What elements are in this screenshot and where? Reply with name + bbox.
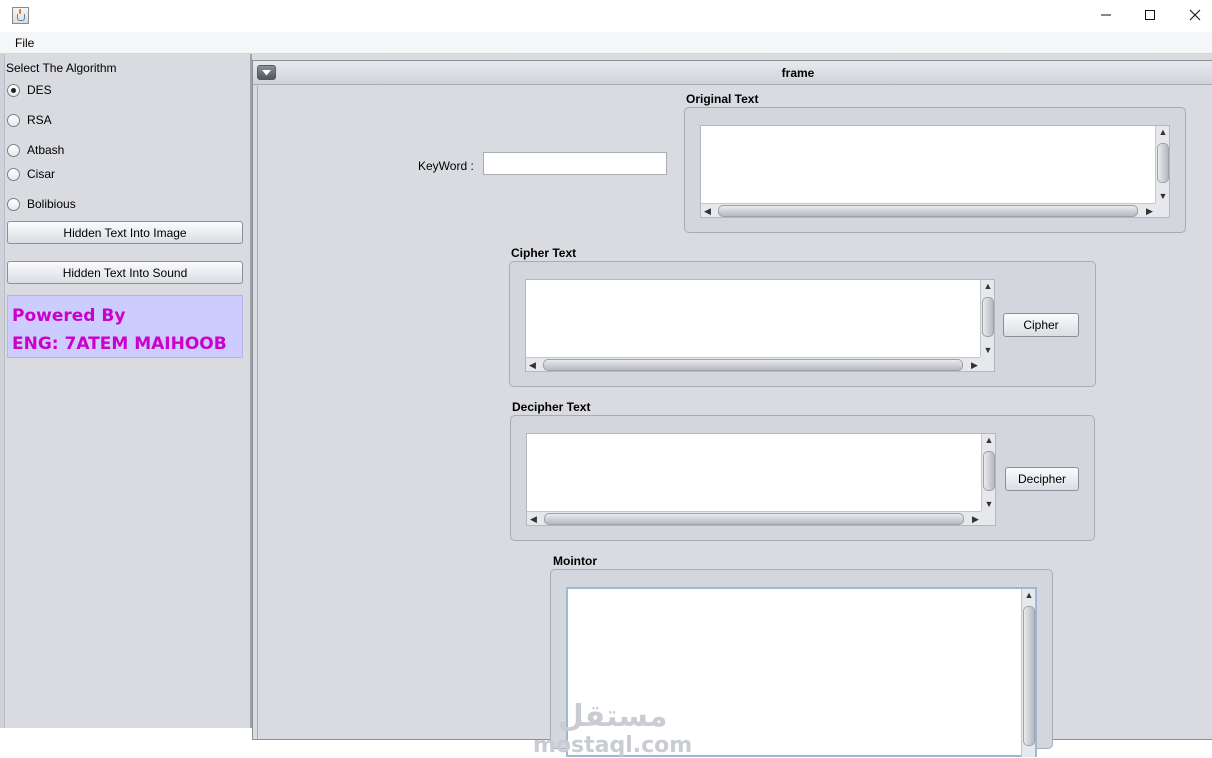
radio-button[interactable] bbox=[7, 113, 20, 127]
close-button[interactable] bbox=[1172, 0, 1212, 30]
decipher-text-title: Decipher Text bbox=[512, 400, 591, 414]
decipher-button[interactable]: Decipher bbox=[1005, 467, 1079, 491]
scroll-thumb[interactable] bbox=[543, 359, 963, 371]
keyword-input[interactable] bbox=[483, 152, 667, 175]
scroll-left-icon[interactable]: ◀ bbox=[701, 204, 714, 218]
radio-cisar[interactable]: Cisar bbox=[7, 166, 55, 182]
vertical-scrollbar[interactable]: ▲ ▼ bbox=[1155, 126, 1169, 203]
left-edge bbox=[0, 54, 5, 728]
original-text-area[interactable]: ▲ ▼ ◀ ▶ bbox=[700, 125, 1170, 218]
radio-des[interactable]: DES bbox=[7, 82, 52, 98]
scroll-corner bbox=[1155, 203, 1169, 217]
radio-button[interactable] bbox=[7, 143, 20, 157]
cipher-text-title: Cipher Text bbox=[511, 246, 577, 260]
scroll-left-icon[interactable]: ◀ bbox=[526, 358, 539, 372]
radio-label: RSA bbox=[27, 113, 52, 127]
menu-bar: File bbox=[0, 32, 1212, 54]
cipher-text-area[interactable]: ▲ ▼ ◀ ▶ bbox=[525, 279, 995, 372]
radio-bolibious[interactable]: Bolibious bbox=[7, 196, 76, 212]
credits-line-1: Powered By bbox=[12, 306, 126, 326]
scroll-thumb[interactable] bbox=[982, 297, 994, 337]
cipher-text-group: ▲ ▼ ◀ ▶ Cipher bbox=[509, 261, 1096, 387]
radio-label: Atbash bbox=[27, 143, 65, 157]
horizontal-scrollbar[interactable]: ◀ ▶ bbox=[701, 203, 1156, 217]
scroll-thumb[interactable] bbox=[983, 451, 995, 491]
keyword-label: KeyWord : bbox=[418, 159, 474, 173]
radio-button[interactable] bbox=[7, 83, 20, 97]
radio-rsa[interactable]: RSA bbox=[7, 112, 52, 128]
original-text-group: ▲ ▼ ◀ ▶ bbox=[684, 107, 1186, 233]
scroll-down-icon[interactable]: ▼ bbox=[981, 344, 995, 357]
credits-panel: Powered By ENG: 7ATEM MAIHOOB bbox=[7, 295, 243, 358]
radio-label: DES bbox=[27, 83, 52, 97]
horizontal-scrollbar[interactable]: ◀ ▶ bbox=[527, 511, 982, 525]
monitor-group: ▲ bbox=[550, 569, 1053, 757]
scroll-thumb[interactable] bbox=[1023, 606, 1035, 746]
frame-title: frame bbox=[781, 66, 815, 80]
frame-body: KeyWord : Original Text ▲ ▼ ◀ ▶ Cipher T… bbox=[257, 86, 1212, 757]
scroll-thumb[interactable] bbox=[718, 205, 1138, 217]
scroll-up-icon[interactable]: ▲ bbox=[1022, 589, 1036, 602]
scroll-up-icon[interactable]: ▲ bbox=[982, 434, 996, 447]
cipher-button[interactable]: Cipher bbox=[1003, 313, 1079, 337]
vertical-scrollbar[interactable]: ▲ ▼ bbox=[981, 434, 995, 511]
radio-atbash[interactable]: Atbash bbox=[7, 142, 64, 158]
java-cup-icon bbox=[12, 7, 29, 24]
hidden-text-into-sound-button[interactable]: Hidden Text Into Sound bbox=[7, 261, 243, 284]
menu-file[interactable]: File bbox=[15, 36, 34, 50]
credits-line-2: ENG: 7ATEM MAIHOOB bbox=[12, 334, 227, 354]
monitor-text-area[interactable]: ▲ bbox=[566, 587, 1037, 757]
horizontal-scrollbar[interactable]: ◀ ▶ bbox=[526, 357, 981, 371]
scroll-up-icon[interactable]: ▲ bbox=[981, 280, 995, 293]
main-content: Select The Algorithm DES RSA Atbash Cisa… bbox=[0, 54, 1212, 757]
close-icon bbox=[1189, 9, 1201, 21]
scroll-corner bbox=[980, 357, 994, 371]
original-text-title: Original Text bbox=[686, 92, 759, 106]
decipher-text-group: ▲ ▼ ◀ ▶ Decipher bbox=[510, 415, 1095, 541]
window-title-bar bbox=[0, 0, 1212, 32]
radio-button[interactable] bbox=[7, 167, 20, 181]
internal-frame: frame KeyWord : Original Text ▲ ▼ ◀ ▶ Ci… bbox=[252, 60, 1212, 757]
radio-label: Cisar bbox=[27, 167, 56, 181]
scroll-left-icon[interactable]: ◀ bbox=[527, 512, 540, 526]
scroll-thumb[interactable] bbox=[544, 513, 964, 525]
minimize-button[interactable] bbox=[1083, 0, 1129, 30]
vertical-scrollbar[interactable]: ▲ bbox=[1021, 589, 1035, 757]
maximize-button[interactable] bbox=[1127, 0, 1173, 30]
frame-title-bar: frame bbox=[253, 61, 1212, 85]
minimize-icon bbox=[1101, 14, 1111, 16]
monitor-title: Mointor bbox=[553, 554, 597, 568]
vertical-scrollbar[interactable]: ▲ ▼ bbox=[980, 280, 994, 357]
maximize-icon bbox=[1145, 10, 1155, 20]
radio-label: Bolibious bbox=[27, 197, 76, 211]
scroll-up-icon[interactable]: ▲ bbox=[1156, 126, 1170, 139]
hidden-text-into-image-button[interactable]: Hidden Text Into Image bbox=[7, 221, 243, 244]
decipher-text-area[interactable]: ▲ ▼ ◀ ▶ bbox=[526, 433, 996, 526]
scroll-corner bbox=[981, 511, 995, 525]
radio-button[interactable] bbox=[7, 197, 20, 211]
scroll-thumb[interactable] bbox=[1157, 143, 1169, 183]
scroll-down-icon[interactable]: ▼ bbox=[982, 498, 996, 511]
scroll-down-icon[interactable]: ▼ bbox=[1156, 190, 1170, 203]
algorithm-section-title: Select The Algorithm bbox=[6, 61, 117, 75]
